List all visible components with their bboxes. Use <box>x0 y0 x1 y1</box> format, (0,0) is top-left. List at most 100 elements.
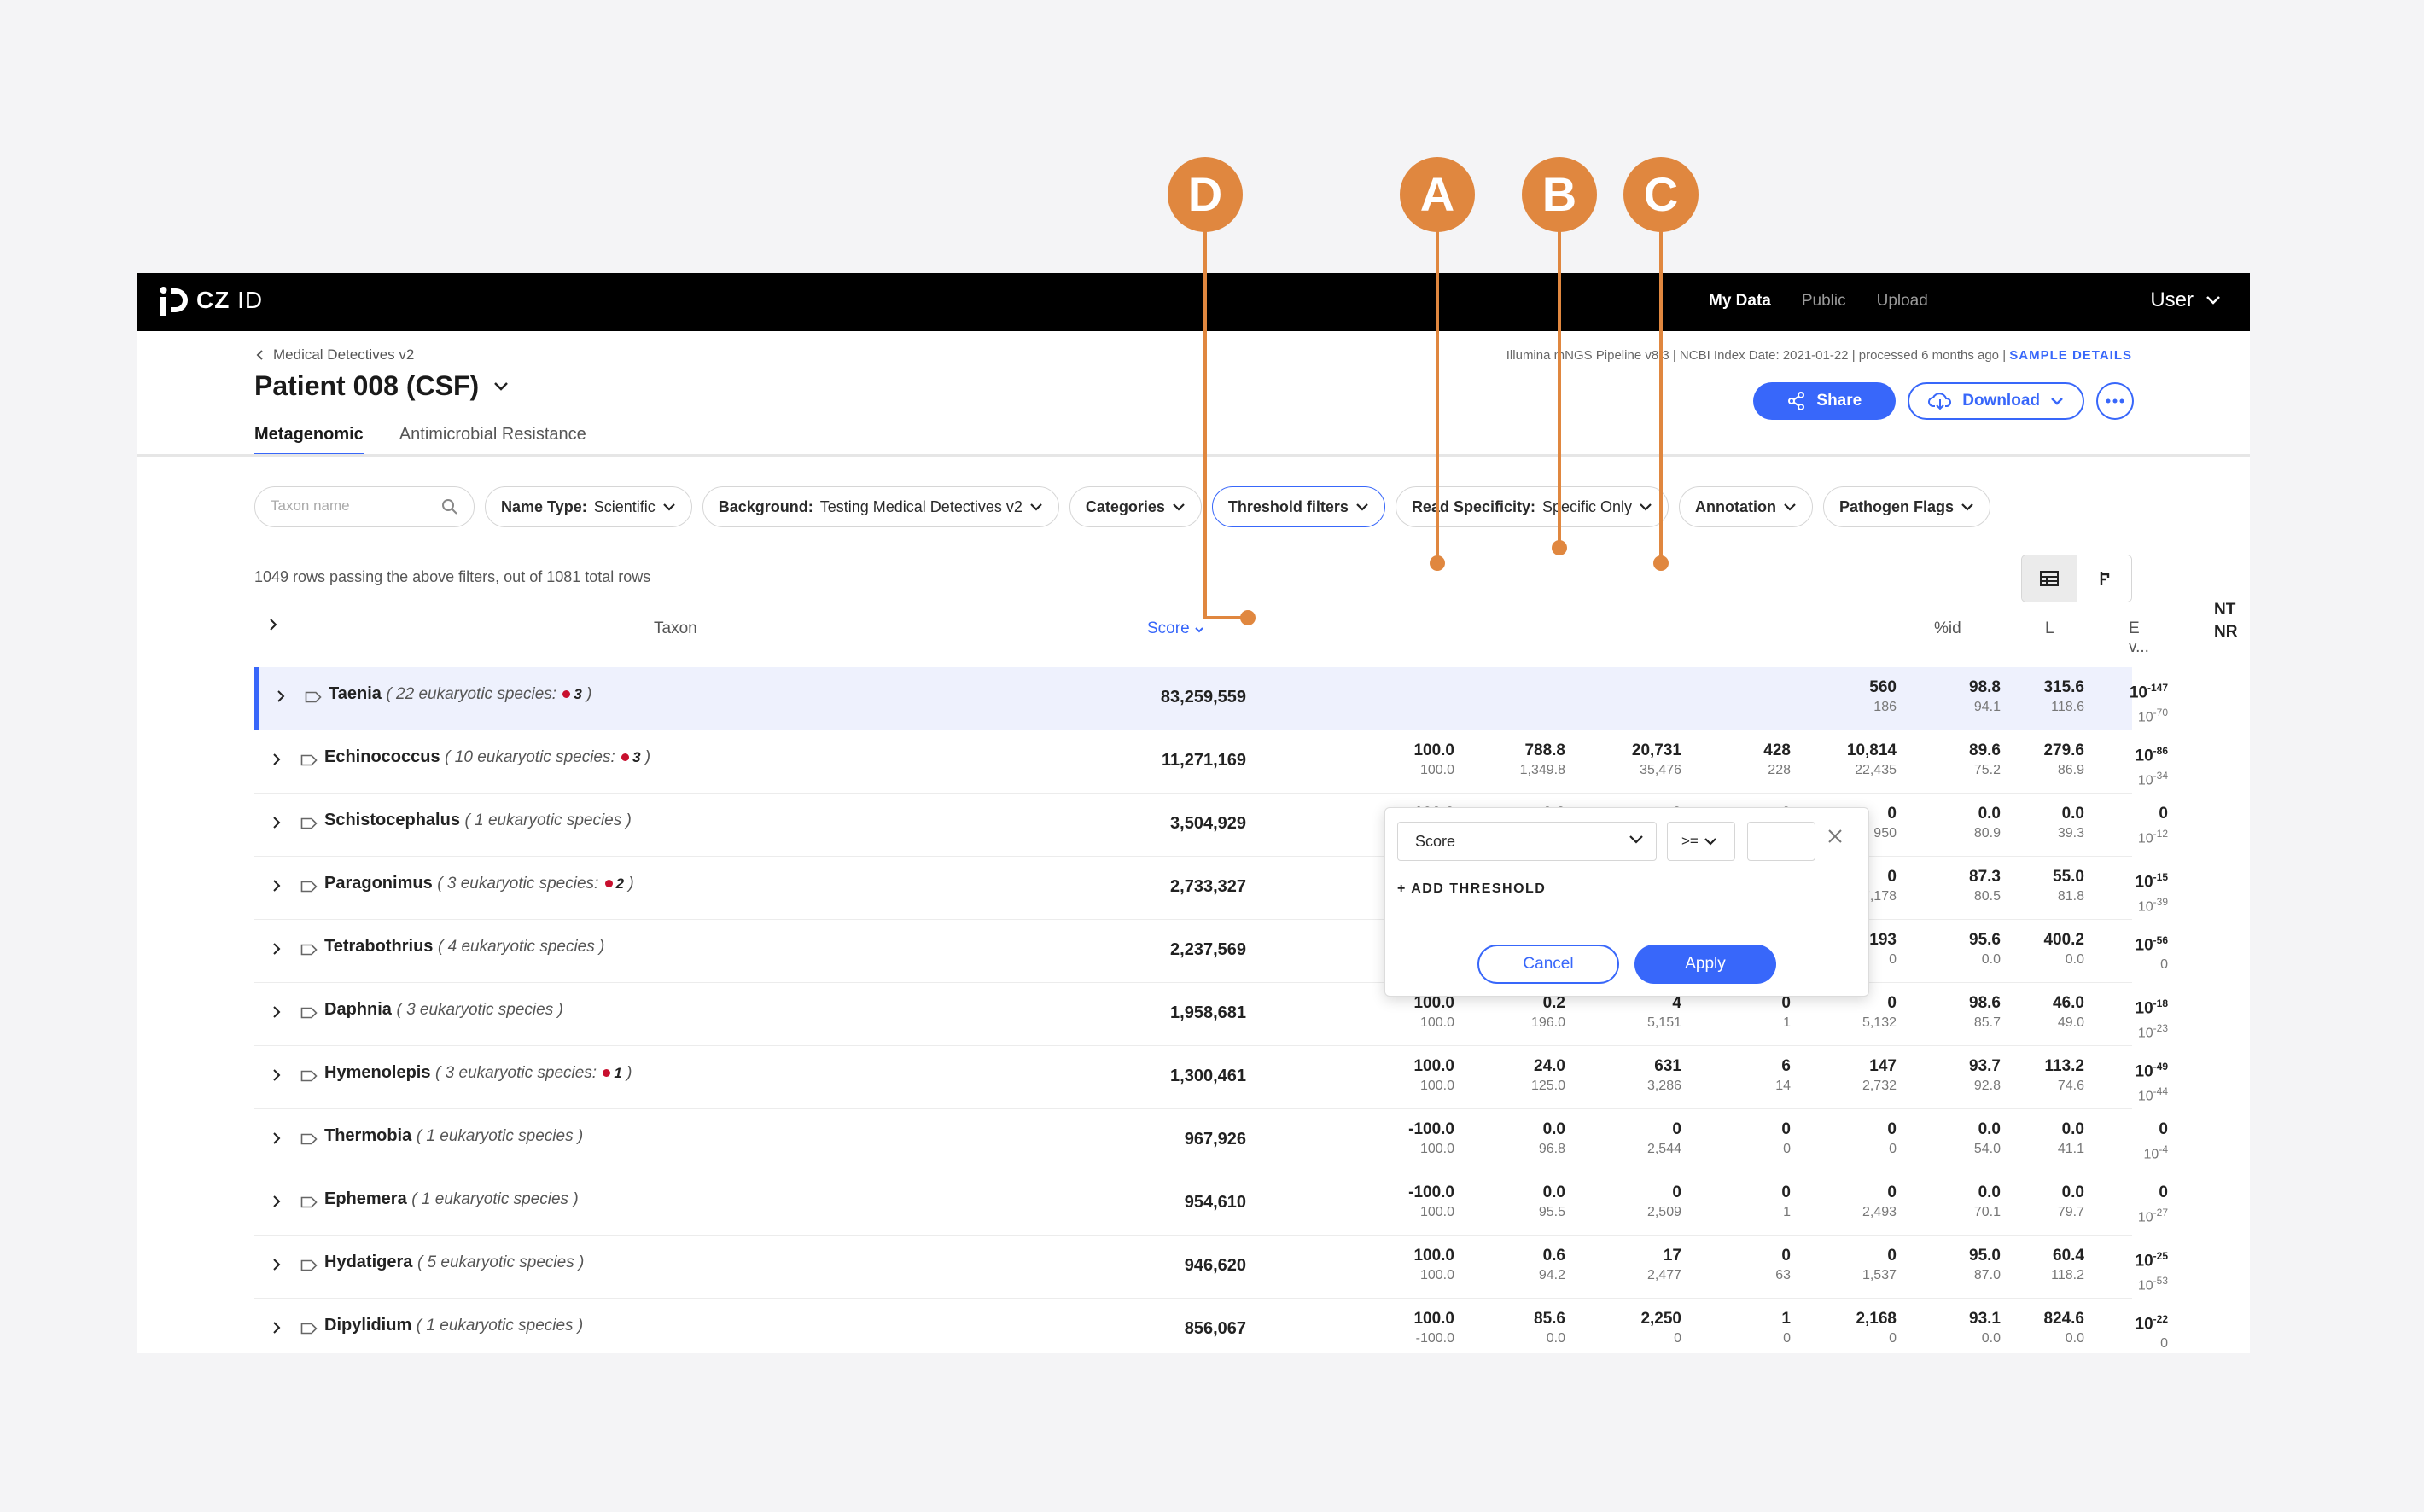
e-value-cell: 10-22 0 <box>2135 1313 2168 1352</box>
metric-cell: 10,814 22,435 <box>1846 741 1897 777</box>
categories-filter[interactable]: Categories <box>1069 486 1202 527</box>
annotation-filter[interactable]: Annotation <box>1679 486 1814 527</box>
threshold-operator-select[interactable]: >= <box>1667 822 1735 861</box>
threshold-metric-select[interactable]: Score <box>1397 822 1657 861</box>
metric-cell: 85.6 0.0 <box>1534 1310 1565 1346</box>
threshold-filters[interactable]: Threshold filters <box>1211 486 1385 527</box>
taxon-name[interactable]: Schistocephalus ( 1 eukaryotic species ) <box>324 811 632 830</box>
tag-icon[interactable] <box>300 881 318 893</box>
metric-cell: 0.0 41.1 <box>2057 1120 2084 1156</box>
taxon-name[interactable]: Echinococcus ( 10 eukaryotic species: 3 … <box>324 747 650 767</box>
taxon-name[interactable]: Hydatigera ( 5 eukaryotic species ) <box>324 1253 584 1272</box>
taxon-name[interactable]: Tetrabothrius ( 4 eukaryotic species ) <box>324 937 604 957</box>
expand-all-icon[interactable] <box>268 618 278 631</box>
nav-my-data[interactable]: My Data <box>1709 292 1771 311</box>
threshold-value-input[interactable] <box>1747 822 1815 861</box>
table-row[interactable]: Taenia ( 22 eukaryotic species: 3 ) 83,25… <box>254 667 2168 730</box>
expand-row-icon[interactable] <box>271 753 282 766</box>
table-row[interactable]: Dipylidium ( 1 eukaryotic species ) 856,0… <box>254 1299 2168 1353</box>
taxon-name[interactable]: Daphnia ( 3 eukaryotic species ) <box>324 1000 563 1020</box>
close-icon[interactable] <box>1827 829 1843 844</box>
table-view-button[interactable] <box>2022 555 2077 602</box>
column-header-taxon[interactable]: Taxon <box>654 619 697 638</box>
column-header-e-value[interactable]: E v... <box>2129 619 2149 657</box>
table-row[interactable]: Hymenolepis ( 3 eukaryotic species: 1 ) 1… <box>254 1046 2168 1109</box>
download-button[interactable]: Download <box>1908 382 2084 420</box>
tag-icon[interactable] <box>300 754 318 766</box>
tag-icon[interactable] <box>300 1196 318 1208</box>
filter-bar: Name Type: Scientific Background: Testin… <box>254 486 1991 527</box>
expand-row-icon[interactable] <box>271 1068 282 1082</box>
tag-icon[interactable] <box>305 691 322 703</box>
expand-row-icon[interactable] <box>271 1131 282 1145</box>
tag-icon[interactable] <box>300 944 318 956</box>
tag-icon[interactable] <box>300 817 318 829</box>
column-header-percent-id[interactable]: %id <box>1934 619 1961 638</box>
metric-cell: 113.2 74.6 <box>2044 1057 2085 1093</box>
tab-antimicrobial-resistance[interactable]: Antimicrobial Resistance <box>399 425 586 457</box>
chevron-down-icon <box>2051 398 2063 405</box>
nav-upload[interactable]: Upload <box>1877 292 1928 311</box>
score-cell: 2,237,569 <box>1170 940 1246 959</box>
nav-public[interactable]: Public <box>1802 292 1846 311</box>
more-actions-button[interactable] <box>2096 382 2134 420</box>
expand-row-icon[interactable] <box>271 1321 282 1335</box>
page-title[interactable]: Patient 008 (CSF) <box>254 370 510 402</box>
metric-cell: 0 1,537 <box>1862 1247 1897 1282</box>
background-filter[interactable]: Background: Testing Medical Detectives v… <box>702 486 1059 527</box>
score-cell: 946,620 <box>1184 1256 1246 1275</box>
taxon-name[interactable]: Taenia ( 22 eukaryotic species: 3 ) <box>329 684 591 704</box>
score-cell: 1,300,461 <box>1170 1067 1246 1085</box>
expand-row-icon[interactable] <box>271 879 282 893</box>
tag-icon[interactable] <box>300 1007 318 1019</box>
expand-row-icon[interactable] <box>271 1258 282 1271</box>
table-row[interactable]: Ephemera ( 1 eukaryotic species ) 954,610… <box>254 1172 2168 1236</box>
expand-row-icon[interactable] <box>271 1005 282 1019</box>
taxon-name[interactable]: Hymenolepis ( 3 eukaryotic species: 1 ) <box>324 1063 632 1083</box>
table-row[interactable]: Hydatigera ( 5 eukaryotic species ) 946,6… <box>254 1236 2168 1299</box>
apply-button[interactable]: Apply <box>1634 945 1776 984</box>
pathogen-flags-filter[interactable]: Pathogen Flags <box>1823 486 1991 527</box>
metric-cell: 788.8 1,349.8 <box>1519 741 1565 777</box>
tag-icon[interactable] <box>300 1133 318 1145</box>
metric-cell: 6 14 <box>1775 1057 1791 1093</box>
metric-cell: 4 5,151 <box>1646 994 1681 1030</box>
taxon-search-input[interactable] <box>271 487 441 525</box>
table-row[interactable]: Echinococcus ( 10 eukaryotic species: 3 … <box>254 730 2168 794</box>
share-button[interactable]: Share <box>1753 382 1897 420</box>
column-header-l[interactable]: L <box>2045 619 2054 638</box>
metric-cell: 100.0100.0 <box>1413 1247 1454 1282</box>
metric-cell: 0 2,493 <box>1862 1183 1897 1219</box>
breadcrumb[interactable]: Medical Detectives v2 <box>256 346 414 363</box>
column-header-score[interactable]: Score <box>1147 619 1204 638</box>
metric-cell: 95.0 87.0 <box>1969 1247 2001 1282</box>
metric-cell: 147 2,732 <box>1862 1057 1897 1093</box>
taxon-name[interactable]: Ephemera ( 1 eukaryotic species ) <box>324 1189 579 1209</box>
metric-cell: 0 2,544 <box>1646 1120 1681 1156</box>
sample-details-link[interactable]: SAMPLE DETAILS <box>2009 348 2132 363</box>
breadcrumb-project: Medical Detectives v2 <box>273 346 415 363</box>
cancel-button[interactable]: Cancel <box>1477 945 1619 984</box>
read-specificity-filter[interactable]: Read Specificity: Specific Only <box>1395 486 1669 527</box>
categories-label: Categories <box>1085 497 1165 515</box>
tree-view-button[interactable] <box>2077 555 2131 602</box>
tag-icon[interactable] <box>300 1070 318 1082</box>
table-row[interactable]: Thermobia ( 1 eukaryotic species ) 967,92… <box>254 1109 2168 1172</box>
add-threshold-link[interactable]: + ADD THRESHOLD <box>1397 881 1546 897</box>
taxon-name[interactable]: Thermobia ( 1 eukaryotic species ) <box>324 1126 583 1146</box>
tab-metagenomic[interactable]: Metagenomic <box>254 425 364 457</box>
expand-row-icon[interactable] <box>271 816 282 829</box>
metric-cell: 631 3,286 <box>1646 1057 1681 1093</box>
tag-icon[interactable] <box>300 1259 318 1271</box>
name-type-filter[interactable]: Name Type: Scientific <box>485 486 692 527</box>
expand-row-icon[interactable] <box>271 942 282 956</box>
read-specificity-label: Read Specificity: <box>1411 497 1535 515</box>
expand-row-icon[interactable] <box>271 1195 282 1208</box>
tag-icon[interactable] <box>300 1323 318 1335</box>
metric-cell: 24.0 125.0 <box>1530 1057 1565 1093</box>
expand-row-icon[interactable] <box>276 689 286 703</box>
taxon-name[interactable]: Paragonimus ( 3 eukaryotic species: 2 ) <box>324 874 634 893</box>
taxon-name[interactable]: Dipylidium ( 1 eukaryotic species ) <box>324 1316 583 1335</box>
user-menu[interactable]: User <box>2150 288 2221 312</box>
czid-logo[interactable]: CZ ID <box>159 283 263 317</box>
